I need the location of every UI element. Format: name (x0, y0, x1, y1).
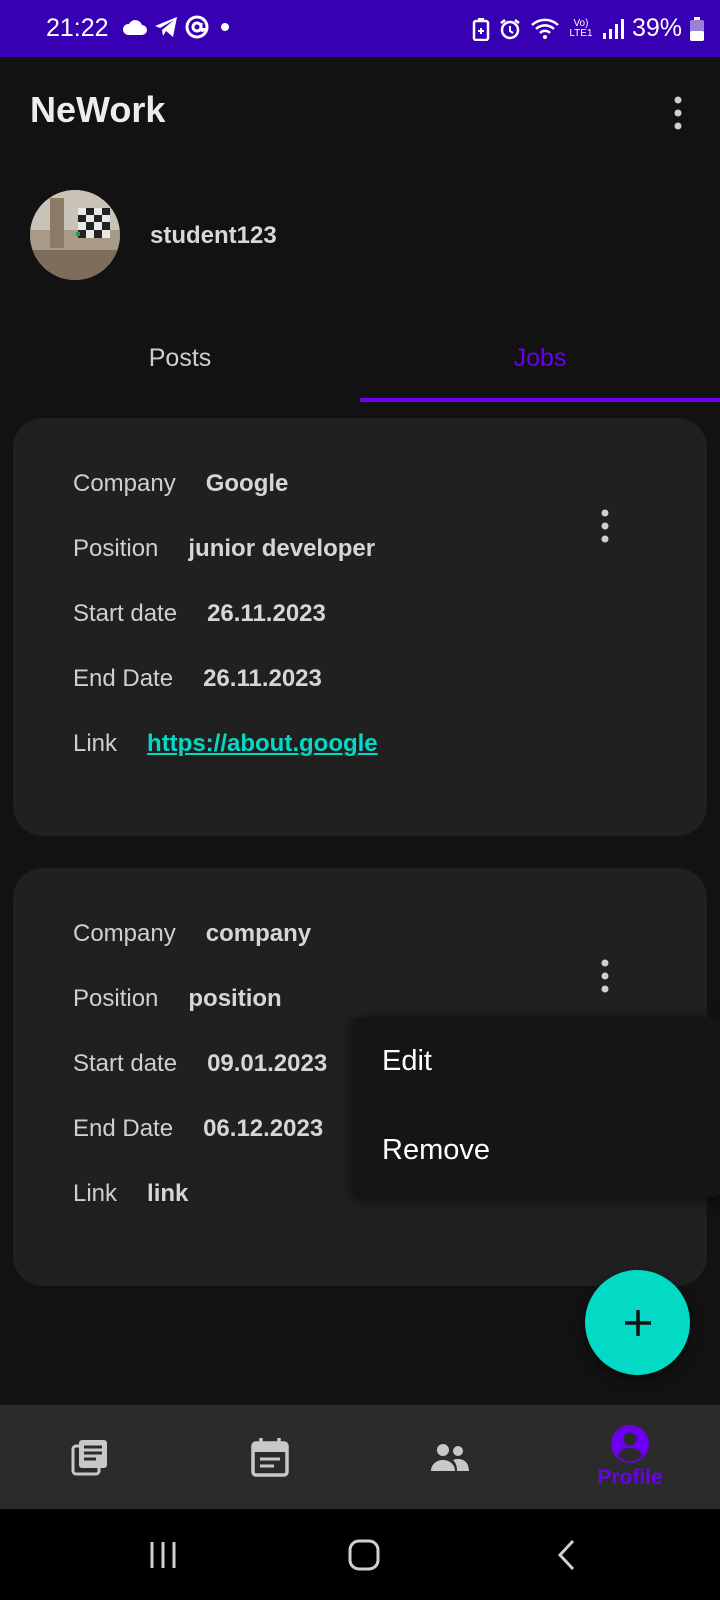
wifi-icon (530, 17, 560, 41)
company-value: Google (205, 470, 289, 497)
dot-icon (216, 18, 234, 36)
job-link-row: Link link (73, 1180, 188, 1208)
end-date-value: 06.12.2023 (203, 1115, 324, 1142)
nav-item-users[interactable] (360, 1405, 540, 1509)
cloud-icon (122, 17, 148, 37)
job-company-row: Company Google (73, 470, 288, 498)
profile-header: student123 (0, 190, 720, 282)
status-time: 21:22 (46, 14, 109, 42)
recent-apps-button[interactable] (133, 1531, 193, 1579)
menu-item-edit[interactable]: Edit (382, 1045, 432, 1078)
end-date-label: End Date (73, 665, 174, 692)
people-icon (431, 1444, 469, 1471)
recent-apps-icon (150, 1542, 176, 1568)
more-vert-icon[interactable] (593, 506, 617, 546)
nav-profile-label: Profile (597, 1466, 663, 1489)
back-icon (557, 1539, 575, 1571)
link-label: Link (73, 1180, 118, 1207)
start-date-label: Start date (73, 600, 178, 627)
signal-icon (602, 18, 624, 40)
bottom-navigation: Profile (0, 1405, 720, 1509)
company-label: Company (73, 920, 176, 947)
tab-jobs[interactable]: Jobs (360, 318, 720, 404)
profile-icon (611, 1425, 649, 1463)
battery-saver-icon (472, 17, 490, 41)
position-label: Position (73, 535, 159, 562)
app-bar: NeWork (0, 57, 720, 167)
job-start-row: Start date 26.11.2023 (73, 600, 326, 628)
job-start-row: Start date 09.01.2023 (73, 1050, 327, 1078)
battery-percent: 39% (631, 14, 682, 42)
end-date-value: 26.11.2023 (203, 665, 322, 692)
system-navigation-bar (0, 1509, 720, 1600)
position-label: Position (73, 985, 159, 1012)
job-link[interactable]: https://about.google (147, 730, 378, 758)
event-icon (251, 1438, 289, 1477)
username: student123 (150, 222, 277, 249)
tab-posts[interactable]: Posts (0, 318, 360, 404)
job-link[interactable]: link (147, 1180, 188, 1208)
alarm-icon (498, 17, 522, 41)
start-date-value: 09.01.2023 (207, 1050, 328, 1077)
network-type-label: Vo) LTE1 (569, 17, 593, 39)
company-label: Company (73, 470, 176, 497)
status-system-icons: Vo) LTE1 39% (472, 14, 704, 43)
battery-icon (690, 16, 704, 41)
tab-posts-label: Posts (148, 344, 212, 372)
company-value: company (205, 920, 312, 947)
avatar[interactable] (30, 190, 120, 280)
telegram-icon (154, 16, 178, 38)
link-label: Link (73, 730, 118, 757)
profile-tabs: Posts Jobs (0, 318, 720, 404)
tab-indicator (360, 398, 720, 402)
nav-item-profile[interactable]: Profile (540, 1405, 720, 1509)
home-button[interactable] (334, 1531, 394, 1579)
job-end-row: End Date 26.11.2023 (73, 665, 322, 693)
job-position-row: Position junior developer (73, 535, 375, 563)
job-end-row: End Date 06.12.2023 (73, 1115, 323, 1143)
job-options-menu: Edit Remove (352, 1017, 720, 1197)
back-button[interactable] (537, 1531, 597, 1579)
plus-icon (624, 1309, 651, 1336)
add-job-button[interactable] (585, 1270, 690, 1375)
start-date-value: 26.11.2023 (207, 600, 326, 627)
job-card: Company Google Position junior developer… (13, 418, 707, 836)
app-title: NeWork (30, 89, 166, 130)
job-link-row: Link https://about.google (73, 730, 378, 758)
position-value: junior developer (188, 535, 376, 562)
more-vert-icon[interactable] (666, 93, 690, 133)
home-icon (348, 1539, 380, 1571)
at-icon (184, 14, 210, 40)
status-bar: 21:22 Vo) LTE1 39% (0, 0, 720, 57)
status-notification-icons (122, 14, 234, 40)
job-company-row: Company company (73, 920, 311, 948)
nav-item-events[interactable] (180, 1405, 360, 1509)
tab-jobs-label: Jobs (513, 344, 567, 372)
more-vert-icon[interactable] (593, 956, 617, 996)
menu-item-remove[interactable]: Remove (382, 1134, 490, 1167)
feed-icon (71, 1440, 107, 1476)
job-position-row: Position position (73, 985, 282, 1013)
end-date-label: End Date (73, 1115, 174, 1142)
start-date-label: Start date (73, 1050, 178, 1077)
position-value: position (188, 985, 282, 1012)
nav-item-posts[interactable] (0, 1405, 180, 1509)
